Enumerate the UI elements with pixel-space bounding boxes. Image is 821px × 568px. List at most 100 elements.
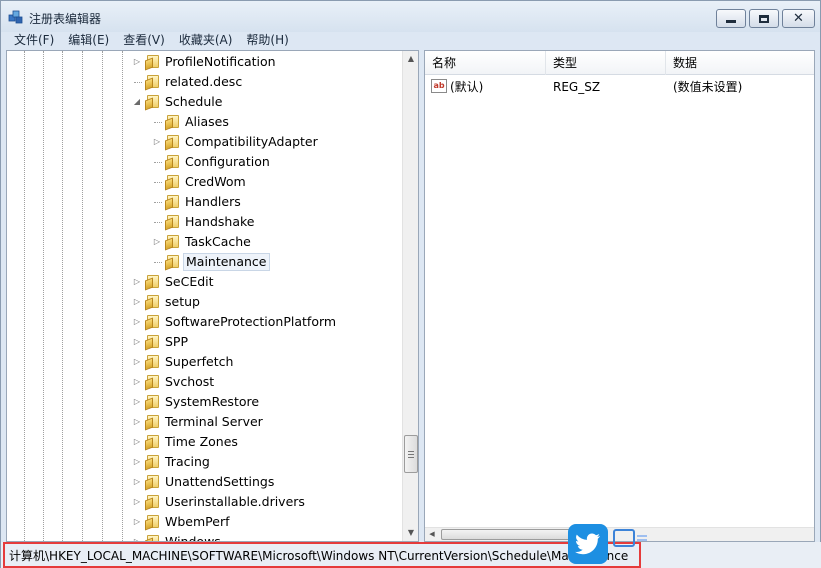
tree-node[interactable]: ▷ Time Zones bbox=[7, 432, 405, 452]
expand-triangle-icon[interactable]: ▷ bbox=[132, 297, 142, 307]
title-bar[interactable]: 注册表编辑器 ✕ bbox=[1, 1, 820, 32]
minimize-icon bbox=[726, 20, 736, 23]
folder-icon bbox=[145, 515, 161, 531]
tree-node[interactable]: ▷ Windows bbox=[7, 532, 405, 542]
expand-triangle-icon[interactable]: ▷ bbox=[132, 517, 142, 527]
tree-node-label: Svchost bbox=[165, 374, 215, 389]
expand-triangle-icon[interactable]: ▷ bbox=[152, 237, 162, 247]
folder-icon bbox=[145, 375, 161, 391]
folder-icon bbox=[165, 215, 181, 231]
expand-triangle-icon[interactable]: ▷ bbox=[152, 137, 162, 147]
tree-node[interactable]: ▷ Svchost bbox=[7, 372, 405, 392]
tree-node-label: CredWom bbox=[185, 174, 246, 189]
horizontal-scrollbar-thumb[interactable] bbox=[441, 529, 581, 540]
minimize-button[interactable] bbox=[716, 9, 746, 28]
expand-triangle-icon[interactable]: ▷ bbox=[132, 437, 142, 447]
expand-triangle-icon[interactable]: ▷ bbox=[132, 357, 142, 367]
folder-icon bbox=[145, 475, 161, 491]
folder-icon bbox=[145, 435, 161, 451]
expand-triangle-icon[interactable]: ▷ bbox=[132, 57, 142, 67]
tree-node[interactable]: ▷ CompatibilityAdapter bbox=[7, 132, 405, 152]
tree-node-label: SPP bbox=[165, 334, 189, 349]
tree-node-label: Userinstallable.drivers bbox=[165, 494, 305, 509]
values-list-pane[interactable]: 名称 类型 数据 ab (默认) REG_SZ (数值未设置) ◀ bbox=[424, 50, 815, 542]
collapse-triangle-icon[interactable]: ◢ bbox=[132, 97, 142, 107]
folder-icon bbox=[145, 75, 161, 91]
tree-node-label: UnattendSettings bbox=[165, 474, 275, 489]
scrollbar-thumb[interactable] bbox=[404, 435, 418, 473]
list-item[interactable]: ab (默认) REG_SZ (数值未设置) bbox=[425, 77, 814, 97]
expand-triangle-icon[interactable]: ▷ bbox=[132, 337, 142, 347]
menu-file[interactable]: 文件(F) bbox=[7, 32, 61, 48]
registry-editor-window: 注册表编辑器 ✕ 文件(F) 编辑(E) 查看(V) 收藏夹(A) 帮助(H) … bbox=[0, 0, 821, 568]
tree-node-label: Windows bbox=[165, 534, 221, 542]
tree-node[interactable]: ▷ setup bbox=[7, 292, 405, 312]
expand-triangle-icon[interactable]: ▷ bbox=[132, 457, 142, 467]
registry-tree-pane[interactable]: ▷ ProfileNotification related.desc ◢ Schedul… bbox=[6, 50, 419, 542]
tree-node-label: Terminal Server bbox=[165, 414, 263, 429]
tree-node-label: WbemPerf bbox=[165, 514, 230, 529]
expand-triangle-icon[interactable]: ▷ bbox=[132, 277, 142, 287]
tree-node[interactable]: ◢ Schedule bbox=[7, 92, 405, 112]
expand-triangle-icon[interactable]: ▷ bbox=[132, 397, 142, 407]
column-header-name[interactable]: 名称 bbox=[425, 51, 546, 75]
tree-connector bbox=[134, 82, 142, 83]
tree-node[interactable]: ▷ SeCEdit bbox=[7, 272, 405, 292]
tree-node[interactable]: Aliases bbox=[7, 112, 405, 132]
tree-node-label: ProfileNotification bbox=[165, 54, 276, 69]
tree-node[interactable]: Handlers bbox=[7, 192, 405, 212]
expand-triangle-icon[interactable]: ▷ bbox=[132, 417, 142, 427]
tree-node[interactable]: CredWom bbox=[7, 172, 405, 192]
menu-view[interactable]: 查看(V) bbox=[116, 32, 172, 48]
folder-icon bbox=[165, 195, 181, 211]
tree-node[interactable]: ▷ Userinstallable.drivers bbox=[7, 492, 405, 512]
scroll-left-arrow-icon[interactable]: ◀ bbox=[425, 528, 439, 541]
tree-node[interactable]: Maintenance bbox=[7, 252, 405, 272]
tree-node[interactable]: ▷ Terminal Server bbox=[7, 412, 405, 432]
tree-node[interactable]: ▷ Tracing bbox=[7, 452, 405, 472]
tree-node[interactable]: related.desc bbox=[7, 72, 405, 92]
tree-node[interactable]: ▷ UnattendSettings bbox=[7, 472, 405, 492]
tree-node[interactable]: Handshake bbox=[7, 212, 405, 232]
tree-node[interactable]: ▷ TaskCache bbox=[7, 232, 405, 252]
expand-triangle-icon[interactable]: ▷ bbox=[132, 477, 142, 487]
tree-node[interactable]: ▷ WbemPerf bbox=[7, 512, 405, 532]
menu-help[interactable]: 帮助(H) bbox=[239, 32, 295, 48]
tree-node-label: related.desc bbox=[165, 74, 243, 89]
expand-triangle-icon[interactable]: ▷ bbox=[132, 317, 142, 327]
menu-edit[interactable]: 编辑(E) bbox=[61, 32, 116, 48]
tree-node[interactable]: ▷ ProfileNotification bbox=[7, 52, 405, 72]
list-header: 名称 类型 数据 bbox=[425, 51, 814, 75]
registry-editor-icon bbox=[8, 10, 23, 24]
folder-icon bbox=[145, 395, 161, 411]
folder-icon bbox=[165, 155, 181, 171]
expand-triangle-icon[interactable]: ▷ bbox=[132, 497, 142, 507]
tree-node[interactable]: ▷ SystemRestore bbox=[7, 392, 405, 412]
tree-node[interactable]: ▷ SPP bbox=[7, 332, 405, 352]
tree-connector bbox=[154, 182, 162, 183]
tree-node-label: Tracing bbox=[165, 454, 210, 469]
folder-icon bbox=[165, 115, 181, 131]
tree-node[interactable]: Configuration bbox=[7, 152, 405, 172]
registry-path: 计算机\HKEY_LOCAL_MACHINE\SOFTWARE\Microsof… bbox=[9, 549, 629, 563]
tree-node[interactable]: ▷ Superfetch bbox=[7, 352, 405, 372]
scroll-down-arrow-icon[interactable]: ▼ bbox=[403, 525, 418, 541]
expand-triangle-icon[interactable]: ▷ bbox=[132, 377, 142, 387]
maximize-icon bbox=[759, 14, 769, 23]
maximize-button[interactable] bbox=[749, 9, 779, 28]
column-header-data[interactable]: 数据 bbox=[666, 51, 814, 75]
watermark-bird-icon bbox=[568, 524, 608, 564]
menu-favorites[interactable]: 收藏夹(A) bbox=[172, 32, 240, 48]
close-button[interactable]: ✕ bbox=[782, 9, 815, 28]
tree-node-label: Handlers bbox=[185, 194, 241, 209]
tree-node-label: Time Zones bbox=[165, 434, 238, 449]
watermark-logo-icon bbox=[613, 529, 635, 547]
column-header-type[interactable]: 类型 bbox=[546, 51, 666, 75]
tree-vertical-scrollbar[interactable]: ▲ ▼ bbox=[402, 51, 418, 541]
value-name: (默认) bbox=[450, 80, 484, 94]
scroll-up-arrow-icon[interactable]: ▲ bbox=[403, 51, 418, 67]
folder-icon bbox=[165, 135, 181, 151]
tree-node-label: setup bbox=[165, 294, 200, 309]
tree-node[interactable]: ▷ SoftwareProtectionPlatform bbox=[7, 312, 405, 332]
tree-connector bbox=[154, 222, 162, 223]
